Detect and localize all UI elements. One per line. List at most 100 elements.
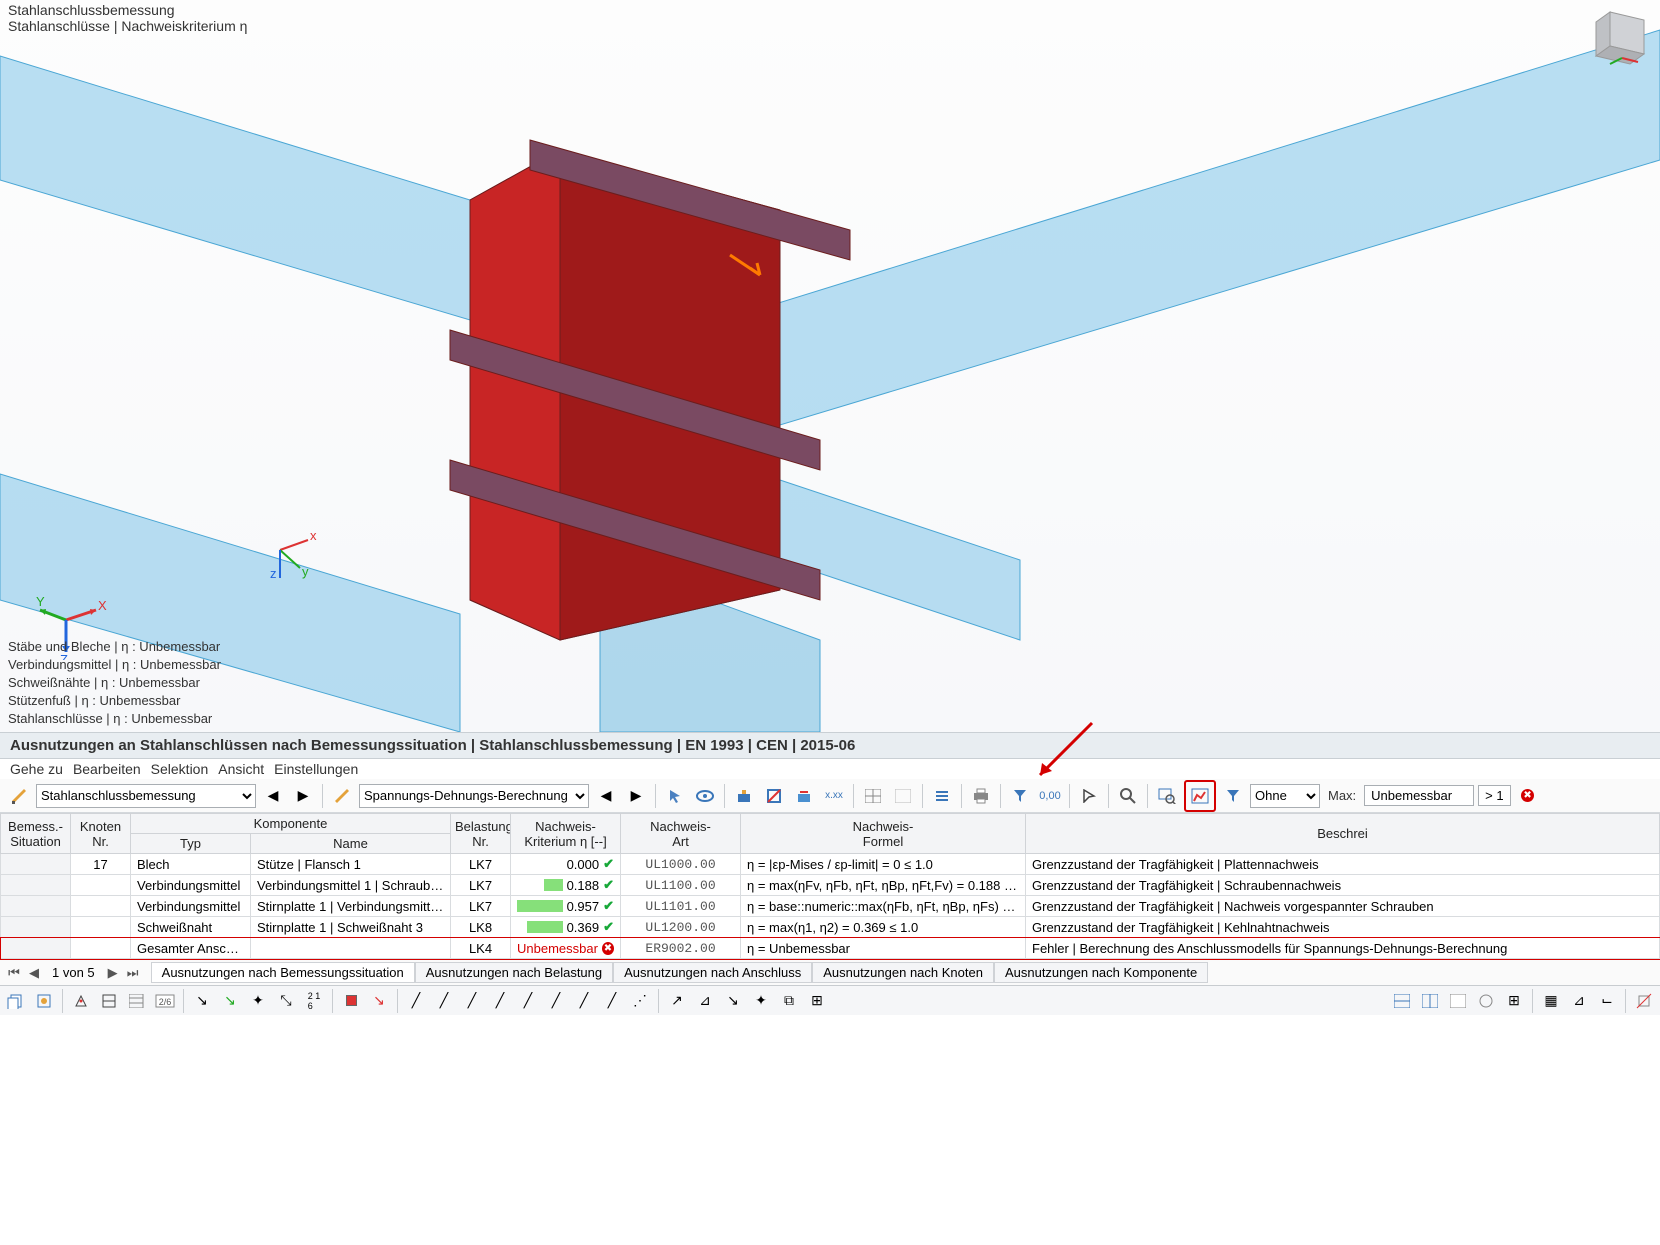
grid1-icon[interactable] xyxy=(860,783,886,809)
th-belastung-nr[interactable]: Belastung Nr. xyxy=(451,814,511,854)
bt-arrow-4[interactable]: ⤡ xyxy=(274,990,298,1012)
pager-next[interactable]: ▶ xyxy=(105,965,121,981)
pager-first[interactable]: ⏮ xyxy=(6,965,22,981)
bt-misc-2[interactable]: ⊿ xyxy=(693,990,717,1012)
print-icon[interactable] xyxy=(968,783,994,809)
bt-misc-5[interactable]: ⧉ xyxy=(777,990,801,1012)
bt-right-2[interactable] xyxy=(1418,990,1442,1012)
design-icon[interactable] xyxy=(6,783,32,809)
nav-next-button[interactable]: ▶ xyxy=(290,783,316,809)
bt-arrow-5[interactable]: 2 16 xyxy=(302,990,326,1012)
calc-combo[interactable]: Spannungs-Dehnungs-Berechnung xyxy=(359,784,589,808)
table-row[interactable]: SchweißnahtStirnplatte 1 | Schweißnaht 3… xyxy=(1,917,1660,938)
bt-diag-1[interactable]: ╱ xyxy=(404,990,428,1012)
nav-cube[interactable] xyxy=(1592,6,1654,68)
design-combo[interactable]: Stahlanschlussbemessung xyxy=(36,784,256,808)
table-row[interactable]: VerbindungsmittelStirnplatte 1 | Verbind… xyxy=(1,896,1660,917)
pager-prev[interactable]: ◀ xyxy=(26,965,42,981)
bt-diag-6[interactable]: ╱ xyxy=(544,990,568,1012)
bt-red-2[interactable]: ↘ xyxy=(367,990,391,1012)
table-row[interactable]: VerbindungsmittelVerbindungsmittel 1 | S… xyxy=(1,875,1660,896)
decimals-icon[interactable]: x.xx xyxy=(821,783,847,809)
search-icon[interactable] xyxy=(1115,783,1141,809)
eye-icon[interactable] xyxy=(692,783,718,809)
menu-selektion[interactable]: Selektion xyxy=(151,761,209,777)
bt-right-1[interactable] xyxy=(1390,990,1414,1012)
error-indicator-icon[interactable]: ✖ xyxy=(1515,783,1541,809)
bt-arrow-2[interactable]: ↘ xyxy=(218,990,242,1012)
bt-arrow-1[interactable]: ↘ xyxy=(190,990,214,1012)
th-nachweis-formel[interactable]: Nachweis- Formel xyxy=(741,814,1026,854)
th-bemess-sit[interactable]: Bemess.- Situation xyxy=(1,814,71,854)
table-row[interactable]: 17BlechStütze | Flansch 1LK70.000✔UL1000… xyxy=(1,854,1660,875)
nav-next2-button[interactable]: ▶ xyxy=(623,783,649,809)
local-axis-widget: x y z xyxy=(260,520,320,580)
bt-diag-4[interactable]: ╱ xyxy=(488,990,512,1012)
th-name[interactable]: Name xyxy=(251,834,451,854)
nav-prev-button[interactable]: ◀ xyxy=(260,783,286,809)
th-typ[interactable]: Typ xyxy=(131,834,251,854)
results-table[interactable]: Bemess.- Situation Knoten Nr. Komponente… xyxy=(0,813,1660,959)
bt-diag-5[interactable]: ╱ xyxy=(516,990,540,1012)
th-komponente[interactable]: Komponente xyxy=(131,814,451,834)
th-knoten-nr[interactable]: Knoten Nr. xyxy=(71,814,131,854)
gt1-value: > 1 xyxy=(1478,785,1510,806)
menu-gehe-zu[interactable]: Gehe zu xyxy=(10,761,63,777)
bt-right-7[interactable]: ⊿ xyxy=(1567,990,1591,1012)
bt-misc-4[interactable]: ✦ xyxy=(749,990,773,1012)
th-nachweis-krit[interactable]: Nachweis- Kriterium η [--] xyxy=(511,814,621,854)
viewport-3d[interactable]: Stahlanschlussbemessung Stahlanschlüsse … xyxy=(0,0,1660,732)
bt-misc-3[interactable]: ↘ xyxy=(721,990,745,1012)
nav-prev2-button[interactable]: ◀ xyxy=(593,783,619,809)
tool3-icon[interactable] xyxy=(791,783,817,809)
results-tab[interactable]: Ausnutzungen nach Komponente xyxy=(994,962,1208,983)
bt-icon-2[interactable] xyxy=(32,990,56,1012)
calc-icon[interactable] xyxy=(329,783,355,809)
model-render xyxy=(0,0,1660,732)
bt-diag-3[interactable]: ╱ xyxy=(460,990,484,1012)
menu-bearbeiten[interactable]: Bearbeiten xyxy=(73,761,141,777)
bt-diag-9[interactable]: ⋰ xyxy=(628,990,652,1012)
bt-right-5[interactable]: ⊞ xyxy=(1502,990,1526,1012)
th-beschreibung[interactable]: Beschrei xyxy=(1026,814,1660,854)
table-row[interactable]: Gesamter AnschlussLK4Unbemessbar✖ER9002.… xyxy=(1,938,1660,959)
bt-icon-4[interactable] xyxy=(97,990,121,1012)
bt-misc-1[interactable]: ↗ xyxy=(665,990,689,1012)
tool2-icon[interactable] xyxy=(761,783,787,809)
filter2-icon[interactable] xyxy=(1220,783,1246,809)
results-pager: ⏮ ◀ 1 von 5 ▶ ⏭ Ausnutzungen nach Bemess… xyxy=(0,959,1660,985)
bt-misc-6[interactable]: ⊞ xyxy=(805,990,829,1012)
results-tab[interactable]: Ausnutzungen nach Anschluss xyxy=(613,962,812,983)
tool1-icon[interactable] xyxy=(731,783,757,809)
display-mode-combo[interactable]: Ohne xyxy=(1250,784,1320,808)
bt-right-6[interactable]: ▦ xyxy=(1539,990,1563,1012)
grid2-icon[interactable] xyxy=(890,783,916,809)
bt-diag-8[interactable]: ╱ xyxy=(600,990,624,1012)
zoom-target-icon[interactable] xyxy=(1154,783,1180,809)
bt-right-3[interactable] xyxy=(1446,990,1470,1012)
pager-last[interactable]: ⏭ xyxy=(125,965,141,981)
pointer-icon[interactable] xyxy=(662,783,688,809)
bt-right-9[interactable] xyxy=(1632,990,1656,1012)
bt-right-4[interactable] xyxy=(1474,990,1498,1012)
results-tab[interactable]: Ausnutzungen nach Belastung xyxy=(415,962,613,983)
callout-arrow xyxy=(1022,719,1102,799)
bt-icon-6[interactable]: 2/6 xyxy=(153,990,177,1012)
bt-icon-1[interactable] xyxy=(4,990,28,1012)
list-icon[interactable] xyxy=(929,783,955,809)
bt-diag-7[interactable]: ╱ xyxy=(572,990,596,1012)
results-tab[interactable]: Ausnutzungen nach Knoten xyxy=(812,962,994,983)
result-diagram-button[interactable] xyxy=(1187,783,1213,809)
menu-einstellungen[interactable]: Einstellungen xyxy=(274,761,358,777)
th-nachweis-art[interactable]: Nachweis- Art xyxy=(621,814,741,854)
bt-arrow-3[interactable]: ✦ xyxy=(246,990,270,1012)
bt-red-1[interactable] xyxy=(339,990,363,1012)
svg-text:z: z xyxy=(270,566,277,580)
bt-diag-2[interactable]: ╱ xyxy=(432,990,456,1012)
bt-icon-3[interactable] xyxy=(69,990,93,1012)
results-table-wrap: Bemess.- Situation Knoten Nr. Komponente… xyxy=(0,813,1660,959)
bt-right-8[interactable]: ⌙ xyxy=(1595,990,1619,1012)
results-tab[interactable]: Ausnutzungen nach Bemessungssituation xyxy=(151,962,415,983)
menu-ansicht[interactable]: Ansicht xyxy=(218,761,264,777)
bt-icon-5[interactable] xyxy=(125,990,149,1012)
